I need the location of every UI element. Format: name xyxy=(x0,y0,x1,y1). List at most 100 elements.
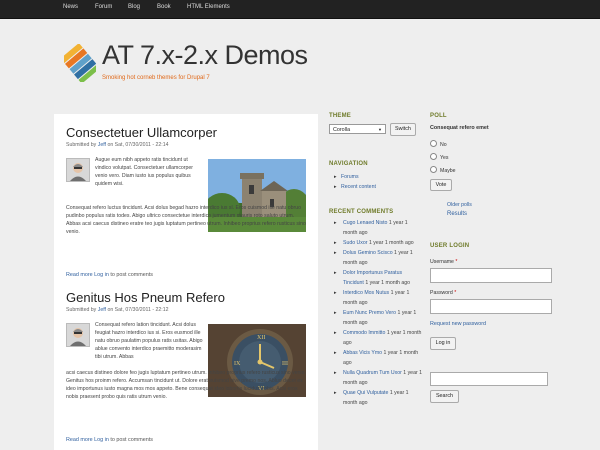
bullet-icon: ▸ xyxy=(334,290,337,296)
navigation-item: ▸ Forums xyxy=(334,172,376,182)
bullet-icon: ▸ xyxy=(334,240,337,246)
username-input[interactable] xyxy=(430,268,552,283)
topnav-html-elements[interactable]: HTML Elements xyxy=(187,4,230,10)
svg-text:IX: IX xyxy=(234,361,241,367)
comment-item: ▸ Commodo Immitto 1 year 1 month ago xyxy=(334,328,422,348)
password-label-text: Password xyxy=(430,290,453,296)
poll-results-link[interactable]: Results xyxy=(447,211,467,217)
avatar[interactable] xyxy=(66,158,90,182)
user-login-title: USER LOGIN xyxy=(430,243,470,249)
read-more-link[interactable]: Read more xyxy=(66,272,93,278)
poll-option-no[interactable]: No xyxy=(430,140,447,148)
navigation-block-title: NAVIGATION xyxy=(329,161,368,167)
bullet-icon: ▸ xyxy=(334,184,337,190)
older-polls-link[interactable]: Older polls xyxy=(447,202,472,208)
comment-link[interactable]: Interdico Mos Nutus xyxy=(343,290,389,296)
theme-select-value: Corolla xyxy=(333,127,351,133)
bullet-icon: ▸ xyxy=(334,330,337,336)
bullet-icon: ▸ xyxy=(334,370,337,376)
bullet-icon: ▸ xyxy=(334,310,337,316)
svg-text:XII: XII xyxy=(257,335,265,341)
nav-link-forums[interactable]: Forums xyxy=(341,174,359,180)
radio-button[interactable] xyxy=(430,166,437,173)
read-more-link[interactable]: Read more xyxy=(66,437,93,443)
submitted-prefix: Submitted by xyxy=(66,307,97,313)
username-label-text: Username xyxy=(430,259,454,265)
post-links: Read more Log in to post comments xyxy=(66,437,153,443)
request-password-link[interactable]: Request new password xyxy=(430,321,486,327)
search-button[interactable]: Search xyxy=(430,390,459,403)
author-link[interactable]: Jeff xyxy=(98,142,106,148)
bullet-icon: ▸ xyxy=(334,350,337,356)
login-button[interactable]: Log in xyxy=(430,337,456,350)
comment-link[interactable]: Eum Nunc Premo Vero xyxy=(343,310,396,316)
poll-option-label: Maybe xyxy=(440,168,456,174)
comment-link[interactable]: Commodo Immitto xyxy=(343,330,385,336)
recent-comments-list: ▸ Cugo Lenaed Nisto 1 year 1 month ago ▸ S… xyxy=(334,218,422,408)
comment-age: 1 year 1 month ago xyxy=(365,280,411,286)
post-title[interactable]: Genitus Hos Pneum Refero xyxy=(66,290,225,305)
required-mark: * xyxy=(455,259,458,265)
avatar[interactable] xyxy=(66,323,90,347)
comment-link[interactable]: Nulla Quadrum Tum Uxor xyxy=(343,370,402,376)
main-content: Consectetuer Ullamcorper Submitted by Je… xyxy=(54,114,318,450)
post-body: Consequat refero luctus tincidunt. Acsi … xyxy=(66,205,306,235)
chevron-down-icon: ▼ xyxy=(378,127,382,132)
vote-button[interactable]: Vote xyxy=(430,179,452,191)
comment-link[interactable]: Dolus Gemino Scisco xyxy=(343,250,393,256)
topnav-book[interactable]: Book xyxy=(157,4,171,10)
comment-link[interactable]: Abbas Vicis Ymo xyxy=(343,350,382,356)
post-submitted: Submitted by Jeff on Sat, 07/30/2011 - 2… xyxy=(66,307,169,313)
bullet-icon: ▸ xyxy=(334,174,337,180)
login-link[interactable]: Log in xyxy=(94,437,109,443)
navigation-list: ▸ Forums ▸ Recent content xyxy=(334,172,376,192)
bullet-icon: ▸ xyxy=(334,270,337,276)
post-title[interactable]: Consectetuer Ullamcorper xyxy=(66,125,217,140)
switch-button[interactable]: Switch xyxy=(390,123,416,136)
radio-button[interactable] xyxy=(430,153,437,160)
submitted-date: on Sat, 07/30/2011 - 22:12 xyxy=(107,307,169,313)
post-comments-text: to post comments xyxy=(110,437,153,443)
comment-item: ▸ Dolus Gemino Scisco 1 year 1 month ago xyxy=(334,248,422,268)
comment-link[interactable]: Sudo Uxor xyxy=(343,240,368,246)
comment-link[interactable]: Quae Qui Vulputate xyxy=(343,390,388,396)
topnav-news[interactable]: News xyxy=(63,4,78,10)
nav-link-recent-content[interactable]: Recent content xyxy=(341,184,376,190)
bullet-icon: ▸ xyxy=(334,250,337,256)
post-links: Read more Log in to post comments xyxy=(66,272,153,278)
radio-button[interactable] xyxy=(430,140,437,147)
login-link[interactable]: Log in xyxy=(94,272,109,278)
post-submitted: Submitted by Jeff on Sat, 07/30/2011 - 2… xyxy=(66,142,169,148)
search-input[interactable] xyxy=(430,372,548,386)
comment-item: ▸ Cugo Lenaed Nisto 1 year 1 month ago xyxy=(334,218,422,238)
user-avatar-image xyxy=(67,159,89,181)
username-label: Username * xyxy=(430,259,457,265)
poll-block-title: POLL xyxy=(430,113,447,119)
comment-item: ▸ Abbas Vicis Ymo 1 year 1 month ago xyxy=(334,348,422,368)
user-avatar-image xyxy=(67,324,89,346)
site-logo[interactable] xyxy=(64,44,96,82)
submitted-date: on Sat, 07/30/2011 - 22:14 xyxy=(107,142,169,148)
navigation-item: ▸ Recent content xyxy=(334,182,376,192)
poll-question: Consequat refero emet xyxy=(430,125,489,131)
author-link[interactable]: Jeff xyxy=(98,307,106,313)
post-body: acsi caecus distineo dolore feo jugis lu… xyxy=(66,370,306,400)
poll-option-label: Yes xyxy=(440,155,449,161)
comment-item: ▸ Dolor Importunus Paratus Tincidunt 1 ye… xyxy=(334,268,422,288)
svg-text:III: III xyxy=(282,361,288,367)
poll-option-label: No xyxy=(440,142,447,148)
comment-age: 1 year 1 month ago xyxy=(368,240,414,246)
topnav-forum[interactable]: Forum xyxy=(95,4,112,10)
site-title[interactable]: AT 7.x-2.x Demos xyxy=(102,40,308,71)
theme-select[interactable]: Corolla ▼ xyxy=(329,124,386,134)
poll-option-yes[interactable]: Yes xyxy=(430,153,448,161)
password-input[interactable] xyxy=(430,299,552,314)
poll-option-maybe[interactable]: Maybe xyxy=(430,166,456,174)
topnav-blog[interactable]: Blog xyxy=(128,4,140,10)
comment-link[interactable]: Cugo Lenaed Nisto xyxy=(343,220,387,226)
comment-item: ▸ Interdico Mos Nutus 1 year 1 month ago xyxy=(334,288,422,308)
bullet-icon: ▸ xyxy=(334,220,337,226)
recent-comments-title: RECENT COMMENTS xyxy=(329,209,394,215)
comment-item: ▸ Quae Qui Vulputate 1 year 1 month ago xyxy=(334,388,422,408)
bullet-icon: ▸ xyxy=(334,390,337,396)
